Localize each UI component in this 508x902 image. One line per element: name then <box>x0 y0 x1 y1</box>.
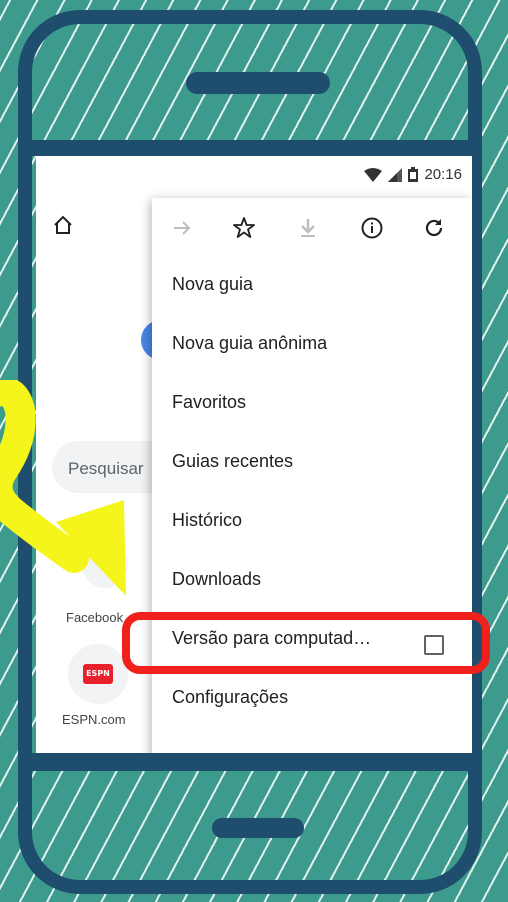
menu-toolbar <box>152 198 472 258</box>
battery-icon <box>408 167 419 182</box>
espn-logo-icon: ESPN <box>83 664 113 684</box>
home-icon[interactable] <box>52 214 74 236</box>
wifi-icon <box>364 167 383 182</box>
phone-speaker <box>186 72 330 94</box>
phone-top-band <box>18 140 482 156</box>
forward-icon[interactable] <box>170 216 194 240</box>
menu-item-historico[interactable]: Histórico <box>172 510 242 531</box>
status-bar: 20:16 <box>36 156 472 192</box>
menu-item-configuracoes[interactable]: Configurações <box>172 687 288 708</box>
desktop-site-highlight <box>122 612 490 674</box>
menu-item-downloads[interactable]: Downloads <box>172 569 261 590</box>
menu-item-favoritos[interactable]: Favoritos <box>172 392 246 413</box>
yellow-arrow-annotation <box>0 380 126 596</box>
espn-shortcut-label[interactable]: ESPN.com <box>62 712 126 727</box>
signal-icon <box>388 167 403 182</box>
facebook-shortcut-label[interactable]: Facebook <box>66 610 123 625</box>
download-icon[interactable] <box>296 216 320 240</box>
phone-home-button <box>212 818 304 838</box>
menu-item-nova-guia[interactable]: Nova guia <box>172 274 253 295</box>
phone-bottom-band <box>18 753 482 771</box>
menu-item-guias-recentes[interactable]: Guias recentes <box>172 451 293 472</box>
refresh-icon[interactable] <box>422 216 446 240</box>
info-icon[interactable] <box>360 216 384 240</box>
menu-item-nova-guia-anonima[interactable]: Nova guia anônima <box>172 333 327 354</box>
status-time: 20:16 <box>424 166 462 183</box>
bookmark-star-icon[interactable] <box>232 216 256 240</box>
